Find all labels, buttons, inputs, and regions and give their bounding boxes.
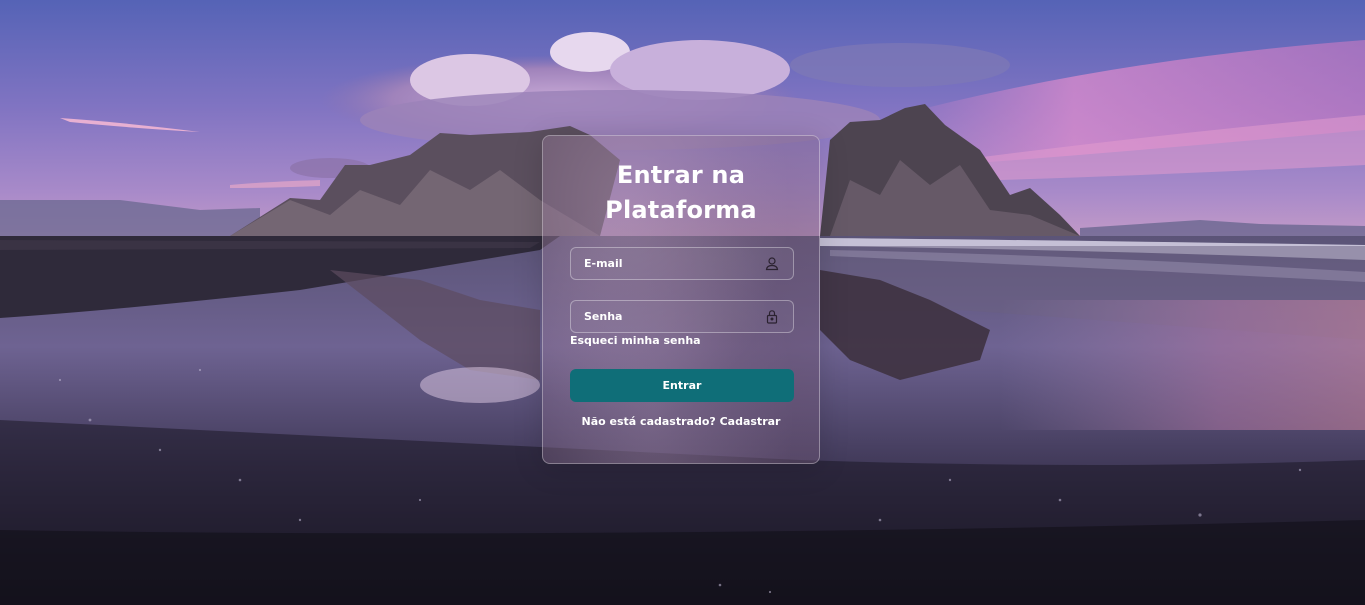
login-button[interactable]: Entrar xyxy=(570,369,794,402)
login-card: Entrar na Plataforma Esqueci minha senha… xyxy=(542,135,820,464)
page-title: Entrar na Plataforma xyxy=(605,161,757,224)
password-input[interactable] xyxy=(571,301,761,332)
user-icon xyxy=(765,256,779,271)
signup-prompt-text: Não está cadastrado? xyxy=(581,415,720,428)
email-input[interactable] xyxy=(571,248,761,279)
signup-prompt: Não está cadastrado? Cadastrar xyxy=(543,415,819,428)
signup-link[interactable]: Cadastrar xyxy=(720,415,781,428)
forgot-password-link[interactable]: Esqueci minha senha xyxy=(570,334,701,347)
password-field[interactable] xyxy=(570,300,794,333)
email-field[interactable] xyxy=(570,247,794,280)
lock-icon xyxy=(765,309,779,324)
